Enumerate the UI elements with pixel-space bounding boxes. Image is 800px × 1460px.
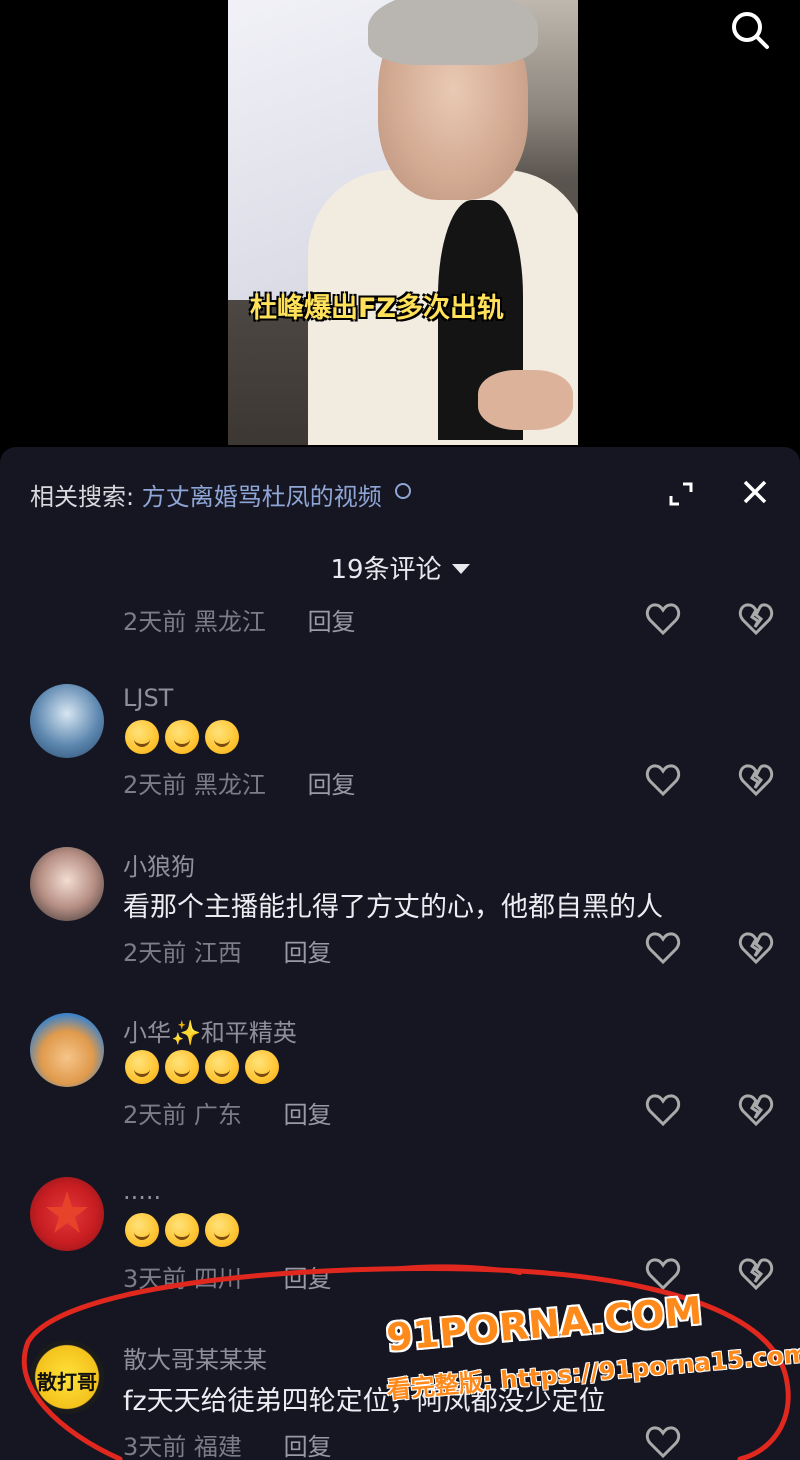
video-frame bbox=[228, 0, 578, 445]
video-caption: 杜峰爆出FZ多次出轨 bbox=[250, 293, 505, 324]
search-icon[interactable] bbox=[728, 8, 772, 52]
watermark: 91PORNA.COM 看完整版: https://91porna15.com bbox=[385, 1288, 800, 1460]
person-hand bbox=[478, 370, 573, 430]
video-player[interactable]: 杜峰爆出FZ多次出轨 bbox=[0, 0, 800, 450]
person-hair bbox=[368, 0, 538, 65]
comment-sheet: 相关搜索: 方丈离婚骂杜凤的视频 19条评论 2天前 黑龙江 回复 LJST 2… bbox=[0, 447, 800, 1460]
